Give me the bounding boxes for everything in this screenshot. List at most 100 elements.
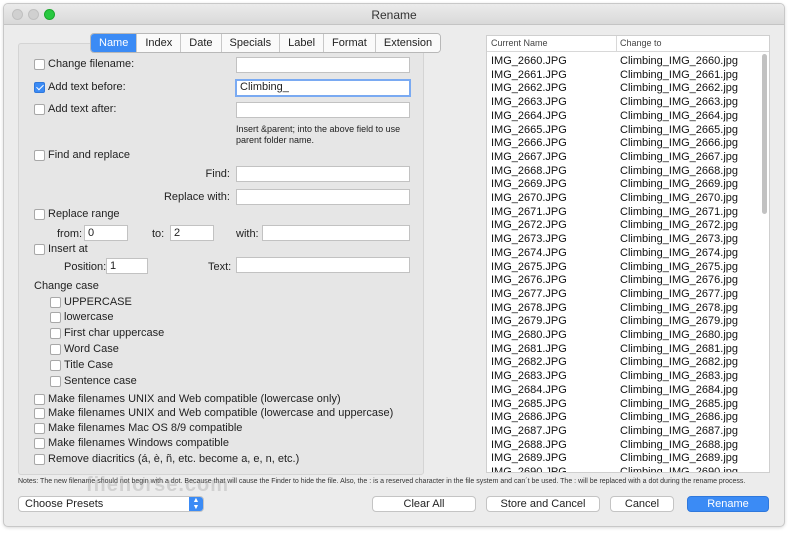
list-row[interactable]: IMG_2666.JPG Climbing_IMG_2666.jpg [487, 136, 759, 150]
clear-all-button[interactable]: Clear All [372, 496, 476, 512]
list-row[interactable]: IMG_2673.JPG Climbing_IMG_2673.jpg [487, 232, 759, 246]
list-row[interactable]: IMG_2687.JPG Climbing_IMG_2687.jpg [487, 424, 759, 438]
store-and-cancel-button[interactable]: Store and Cancel [486, 496, 600, 512]
tab-format[interactable]: Format [323, 34, 375, 52]
replace-with-field[interactable] [236, 189, 410, 205]
remove-diacritics-checkbox[interactable] [34, 454, 45, 465]
add-text-after-field[interactable] [236, 102, 410, 118]
find-field[interactable] [236, 166, 410, 182]
column-divider [616, 36, 617, 51]
insert-text-field[interactable] [236, 257, 410, 273]
macos9-checkbox[interactable] [34, 423, 45, 434]
current-name-cell: IMG_2678.JPG [491, 301, 567, 314]
list-row[interactable]: IMG_2660.JPG Climbing_IMG_2660.jpg [487, 54, 759, 68]
range-from-field[interactable]: 0 [84, 225, 128, 241]
current-name-cell: IMG_2690.JPG [491, 466, 567, 473]
replace-range-checkbox[interactable] [34, 209, 45, 220]
list-row[interactable]: IMG_2661.JPG Climbing_IMG_2661.jpg [487, 68, 759, 82]
list-row[interactable]: IMG_2663.JPG Climbing_IMG_2663.jpg [487, 95, 759, 109]
list-row[interactable]: IMG_2679.JPG Climbing_IMG_2679.jpg [487, 314, 759, 328]
choose-presets-popup[interactable]: Choose Presets ▲ ▼ [18, 496, 204, 512]
list-row[interactable]: IMG_2675.JPG Climbing_IMG_2675.jpg [487, 260, 759, 274]
col-change-to[interactable]: Change to [620, 38, 662, 48]
file-list[interactable]: Current Name Change to IMG_2660.JPG Climb… [486, 35, 770, 473]
list-row[interactable]: IMG_2670.JPG Climbing_IMG_2670.jpg [487, 191, 759, 205]
list-row[interactable]: IMG_2669.JPG Climbing_IMG_2669.jpg [487, 177, 759, 191]
tab-specials[interactable]: Specials [220, 34, 280, 52]
cancel-button[interactable]: Cancel [610, 496, 674, 512]
tab-label[interactable]: Label [279, 34, 324, 52]
uppercase-checkbox[interactable] [50, 297, 61, 308]
list-header: Current Name Change to [487, 36, 769, 52]
replace-with-label: Replace with: [163, 191, 230, 203]
presets-value: Choose Presets [25, 498, 104, 510]
change-to-cell: Climbing_IMG_2687.jpg [620, 424, 739, 437]
list-row[interactable]: IMG_2686.JPG Climbing_IMG_2686.jpg [487, 410, 759, 424]
change-filename-field[interactable] [236, 57, 410, 73]
title-case-checkbox[interactable] [50, 360, 61, 371]
change-to-cell: Climbing_IMG_2667.jpg [620, 150, 739, 163]
tab-date[interactable]: Date [180, 34, 221, 52]
windows-compatible-checkbox[interactable] [34, 438, 45, 449]
windows-compatible-label: Make filenames Windows compatible [48, 437, 229, 449]
change-to-cell: Climbing_IMG_2670.jpg [620, 192, 739, 204]
range-to-field[interactable]: 2 [170, 225, 214, 241]
list-row[interactable]: IMG_2682.JPG Climbing_IMG_2682.jpg [487, 355, 759, 369]
unix-web-lowercase-checkbox[interactable] [34, 394, 45, 405]
change-to-cell: Climbing_IMG_2681.jpg [620, 342, 739, 355]
list-row[interactable]: IMG_2689.JPG Climbing_IMG_2689.jpg [487, 451, 759, 465]
list-row[interactable]: IMG_2672.JPG Climbing_IMG_2672.jpg [487, 218, 759, 232]
add-text-before-field[interactable]: Climbing_ [235, 79, 411, 97]
find-label: Find: [205, 168, 230, 180]
change-to-cell: Climbing_IMG_2676.jpg [620, 274, 739, 287]
unix-web-mixed-checkbox[interactable] [34, 408, 45, 419]
word-case-checkbox[interactable] [50, 344, 61, 355]
tab-extension[interactable]: Extension [374, 34, 441, 52]
list-row[interactable]: IMG_2678.JPG Climbing_IMG_2678.jpg [487, 301, 759, 315]
macos9-label: Make filenames Mac OS 8/9 compatible [48, 422, 243, 434]
insert-at-checkbox[interactable] [34, 244, 45, 255]
current-name-cell: IMG_2669.JPG [491, 178, 567, 191]
list-row[interactable]: IMG_2664.JPG Climbing_IMG_2664.jpg [487, 109, 759, 123]
list-row[interactable]: IMG_2667.JPG Climbing_IMG_2667.jpg [487, 150, 759, 164]
tab-bar: Name Index Date Specials Label Format Ex… [90, 33, 442, 53]
list-row[interactable]: IMG_2671.JPG Climbing_IMG_2671.jpg [487, 205, 759, 219]
list-row[interactable]: IMG_2668.JPG Climbing_IMG_2668.jpg [487, 164, 759, 178]
change-filename-checkbox[interactable] [34, 59, 45, 70]
current-name-cell: IMG_2663.JPG [491, 96, 567, 109]
list-row[interactable]: IMG_2677.JPG Climbing_IMG_2677.jpg [487, 287, 759, 301]
tab-index[interactable]: Index [136, 34, 181, 52]
list-scrollbar[interactable] [762, 54, 767, 214]
list-row[interactable]: IMG_2685.JPG Climbing_IMG_2685.jpg [487, 397, 759, 411]
list-row[interactable]: IMG_2662.JPG Climbing_IMG_2662.jpg [487, 81, 759, 95]
current-name-cell: IMG_2684.JPG [491, 383, 567, 396]
list-row[interactable]: IMG_2674.JPG Climbing_IMG_2674.jpg [487, 246, 759, 260]
position-field[interactable]: 1 [106, 258, 148, 274]
list-row[interactable]: IMG_2688.JPG Climbing_IMG_2688.jpg [487, 438, 759, 452]
range-to-label: to: [152, 228, 165, 240]
current-name-cell: IMG_2689.JPG [491, 452, 567, 465]
remove-diacritics-label: Remove diacritics (á, è, ñ, etc. become … [48, 453, 300, 465]
find-replace-checkbox[interactable] [34, 150, 45, 161]
change-to-cell: Climbing_IMG_2689.jpg [620, 452, 739, 465]
list-row[interactable]: IMG_2680.JPG Climbing_IMG_2680.jpg [487, 328, 759, 342]
change-to-cell: Climbing_IMG_2685.jpg [620, 397, 739, 410]
tab-name[interactable]: Name [91, 34, 137, 52]
unix-web-mixed-label: Make filenames UNIX and Web compatible (… [48, 407, 394, 419]
sentence-case-checkbox[interactable] [50, 376, 61, 387]
list-row[interactable]: IMG_2676.JPG Climbing_IMG_2676.jpg [487, 273, 759, 287]
list-row[interactable]: IMG_2683.JPG Climbing_IMG_2683.jpg [487, 369, 759, 383]
list-row[interactable]: IMG_2684.JPG Climbing_IMG_2684.jpg [487, 383, 759, 397]
range-with-field[interactable] [262, 225, 410, 241]
list-row[interactable]: IMG_2681.JPG Climbing_IMG_2681.jpg [487, 342, 759, 356]
change-to-cell: Climbing_IMG_2677.jpg [620, 287, 739, 300]
lowercase-checkbox[interactable] [50, 312, 61, 323]
add-text-after-checkbox[interactable] [34, 104, 45, 115]
rename-button[interactable]: Rename [687, 496, 769, 512]
col-current-name[interactable]: Current Name [491, 38, 548, 48]
add-text-before-checkbox[interactable] [34, 82, 45, 93]
list-row[interactable]: IMG_2690.JPG Climbing_IMG_2690.jpg [487, 465, 759, 473]
list-row[interactable]: IMG_2665.JPG Climbing_IMG_2665.jpg [487, 123, 759, 137]
current-name-cell: IMG_2665.JPG [491, 123, 567, 136]
first-char-uppercase-checkbox[interactable] [50, 328, 61, 339]
